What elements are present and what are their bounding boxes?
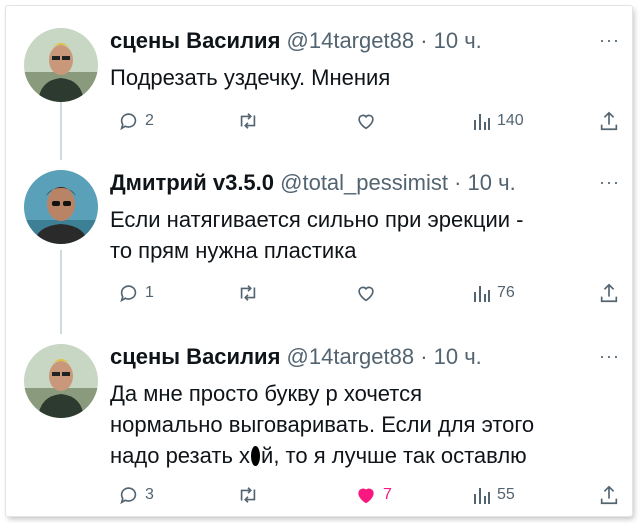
tweet-header: сцены Василия @14target88 · 10 ч. bbox=[110, 344, 482, 370]
reply-icon bbox=[120, 285, 137, 303]
avatar-image bbox=[24, 170, 98, 244]
like-count: 7 bbox=[383, 486, 392, 503]
avatar[interactable] bbox=[24, 28, 98, 102]
tweet-thread: сцены Василия @14target88 · 10 ч. ··· По… bbox=[6, 6, 632, 516]
tweet-actions: 2 140 bbox=[110, 110, 620, 134]
share-icon bbox=[600, 485, 618, 505]
reply-button[interactable]: 3 bbox=[118, 484, 154, 506]
user-handle[interactable]: @14target88 bbox=[287, 344, 415, 369]
tweet[interactable]: сцены Василия @14target88 · 10 ч. ··· По… bbox=[6, 28, 632, 148]
retweet-icon bbox=[240, 113, 256, 129]
views-icon bbox=[474, 286, 490, 302]
retweet-button[interactable] bbox=[236, 484, 260, 506]
tweet[interactable]: Дмитрий v3.5.0 @total_pessimist · 10 ч. … bbox=[6, 170, 632, 320]
like-button[interactable] bbox=[354, 282, 378, 304]
tweet-actions: 3 7 55 bbox=[110, 484, 620, 508]
avatar-image bbox=[24, 28, 98, 102]
tweet-header: сцены Василия @14target88 · 10 ч. bbox=[110, 28, 482, 54]
views-button[interactable]: 55 bbox=[472, 484, 515, 506]
share-button[interactable] bbox=[598, 484, 620, 506]
heart-filled-icon bbox=[358, 488, 374, 504]
tweet-text-part: й, то я лучше так оставлю bbox=[261, 443, 527, 468]
like-button[interactable] bbox=[354, 110, 378, 132]
avatar[interactable] bbox=[24, 344, 98, 418]
reply-count: 2 bbox=[145, 112, 154, 129]
more-options-icon[interactable]: ··· bbox=[599, 172, 620, 193]
reply-icon bbox=[120, 487, 137, 505]
view-count: 76 bbox=[497, 284, 515, 301]
timestamp[interactable]: · 10 ч. bbox=[454, 170, 516, 195]
reply-button[interactable]: 1 bbox=[118, 282, 154, 304]
reply-button[interactable]: 2 bbox=[118, 110, 154, 132]
heart-icon bbox=[358, 286, 374, 302]
retweet-icon bbox=[240, 487, 256, 503]
timestamp[interactable]: · 10 ч. bbox=[420, 344, 482, 369]
tweet-text: Если натягивается сильно при эрекции - т… bbox=[110, 207, 524, 263]
share-button[interactable] bbox=[598, 110, 620, 132]
tweet[interactable]: сцены Василия @14target88 · 10 ч. ··· Да… bbox=[6, 344, 632, 514]
heart-icon bbox=[358, 114, 374, 130]
reply-icon bbox=[120, 113, 137, 131]
views-icon bbox=[474, 114, 490, 130]
tweet-text: Да мне просто букву р хочется нормально … bbox=[110, 378, 534, 471]
retweet-button[interactable] bbox=[236, 282, 260, 304]
censor-mark bbox=[251, 446, 261, 466]
view-count: 140 bbox=[497, 112, 524, 129]
reply-count: 3 bbox=[145, 486, 154, 503]
avatar-image bbox=[24, 344, 98, 418]
views-button[interactable]: 140 bbox=[472, 110, 524, 132]
display-name[interactable]: сцены Василия bbox=[110, 344, 280, 369]
tweet-header: Дмитрий v3.5.0 @total_pessimist · 10 ч. bbox=[110, 170, 516, 196]
tweet-actions: 1 76 bbox=[110, 282, 620, 306]
retweet-button[interactable] bbox=[236, 110, 260, 132]
share-button[interactable] bbox=[598, 282, 620, 304]
user-handle[interactable]: @total_pessimist bbox=[280, 170, 448, 195]
view-count: 55 bbox=[497, 486, 515, 503]
views-icon bbox=[474, 488, 490, 504]
avatar[interactable] bbox=[24, 170, 98, 244]
timestamp[interactable]: · 10 ч. bbox=[420, 28, 482, 53]
display-name[interactable]: сцены Василия bbox=[110, 28, 280, 53]
user-handle[interactable]: @14target88 bbox=[287, 28, 415, 53]
retweet-icon bbox=[240, 285, 256, 301]
share-icon bbox=[600, 111, 618, 131]
share-icon bbox=[600, 283, 618, 303]
tweet-text: Подрезать уздечку. Мнения bbox=[110, 65, 391, 90]
more-options-icon[interactable]: ··· bbox=[599, 30, 620, 51]
views-button[interactable]: 76 bbox=[472, 282, 515, 304]
more-options-icon[interactable]: ··· bbox=[599, 346, 620, 367]
display-name[interactable]: Дмитрий v3.5.0 bbox=[110, 170, 274, 195]
reply-count: 1 bbox=[145, 284, 154, 301]
like-button[interactable]: 7 bbox=[354, 484, 392, 506]
